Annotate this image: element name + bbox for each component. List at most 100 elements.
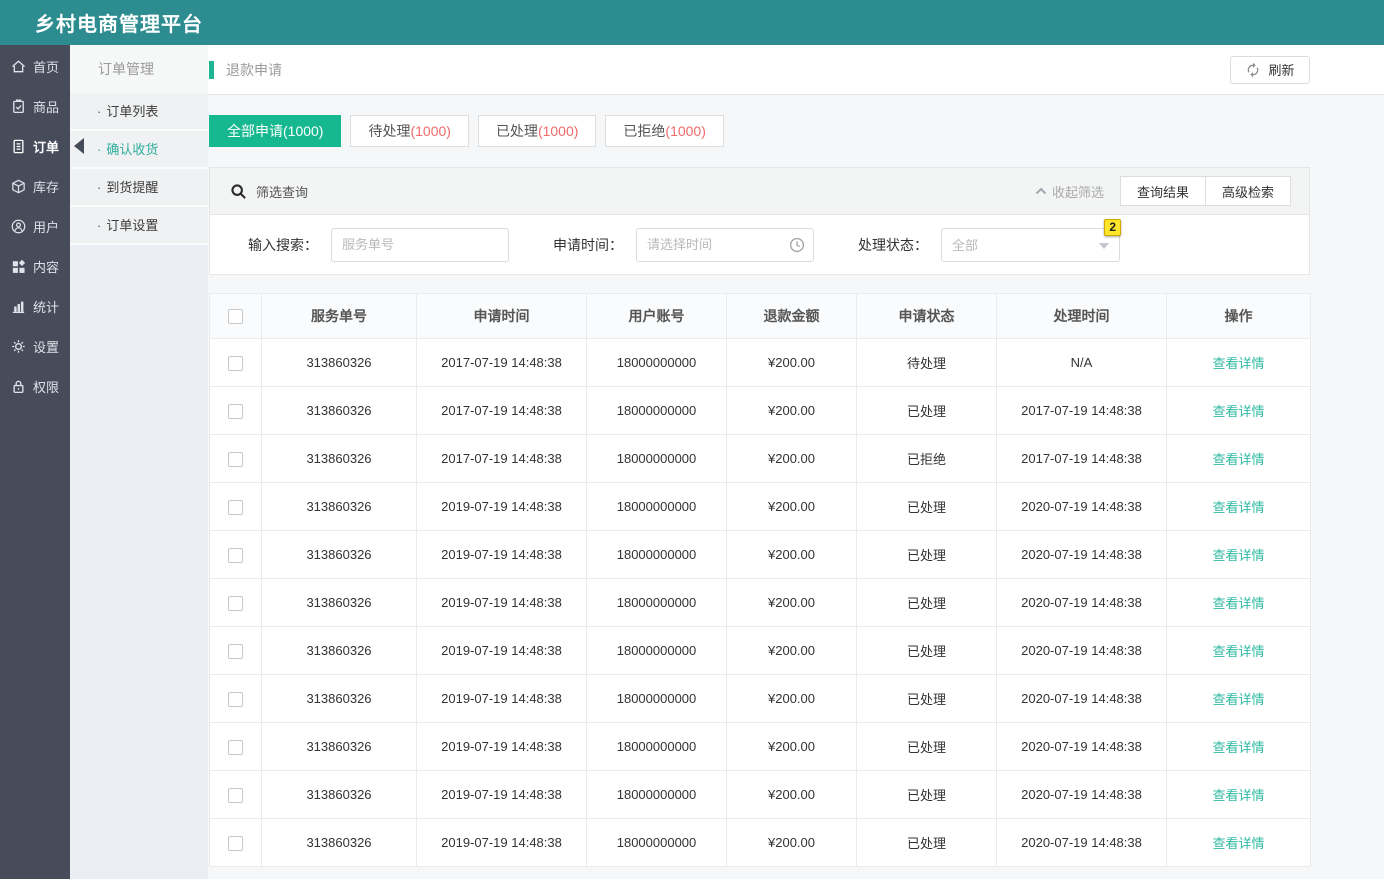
app-title: 乡村电商管理平台 — [35, 14, 203, 36]
cell-process-time: 2020-07-19 14:48:38 — [996, 770, 1167, 819]
sidebar-item-label: 商品 — [33, 99, 60, 115]
sidebar-item-label: 内容 — [33, 259, 60, 275]
tab-pending[interactable]: 待处理 (1000) — [350, 115, 469, 147]
status-select[interactable]: 全部 2 — [941, 218, 1121, 262]
breadcrumb: 退款申请 — [209, 60, 282, 80]
apply-time-input[interactable] — [636, 227, 814, 262]
search-field: 输入搜索： — [248, 227, 509, 262]
refresh-button[interactable]: 刷新 — [1230, 55, 1310, 84]
status-tabs: 全部申请 (1000) 待处理 (1000) 已处理 (1000) 已拒绝 (1000) — [209, 115, 1310, 147]
cell-apply-time: 2019-07-19 14:48:38 — [416, 578, 587, 627]
cell-account: 18000000000 — [586, 482, 727, 531]
sidebar-item-orders[interactable]: 订单 — [0, 126, 84, 166]
cell-amount: ¥200.00 — [726, 818, 857, 867]
view-detail-link[interactable]: 查看详情 — [1212, 692, 1264, 707]
cell-amount: ¥200.00 — [726, 674, 857, 723]
submenu-item-order-list[interactable]: · 订单列表 — [70, 93, 208, 131]
tab-processed[interactable]: 已处理 (1000) — [477, 115, 597, 147]
order-icon — [13, 139, 24, 153]
submenu-item-order-settings[interactable]: · 订单设置 — [70, 207, 208, 245]
cell-apply-time: 2017-07-19 14:48:38 — [416, 386, 587, 435]
cell-status: 已处理 — [856, 578, 997, 627]
cell-status: 待处理 — [856, 338, 997, 387]
sidebar-item-goods[interactable]: 商品 — [0, 86, 70, 126]
view-detail-link[interactable]: 查看详情 — [1212, 356, 1264, 371]
sidebar-item-permissions[interactable]: 权限 — [0, 366, 70, 406]
submenu-item-arrival-reminder[interactable]: · 到货提醒 — [70, 169, 208, 207]
sidebar-item-content[interactable]: 内容 — [0, 246, 70, 286]
view-detail-link[interactable]: 查看详情 — [1212, 740, 1264, 755]
sidebar-item-label: 设置 — [33, 339, 60, 355]
cell-process-time: 2017-07-19 14:48:38 — [996, 386, 1167, 435]
cell-status: 已处理 — [856, 626, 997, 675]
cell-status: 已处理 — [856, 530, 997, 579]
cell-apply-time: 2019-07-19 14:48:38 — [416, 530, 587, 579]
cell-process-time: 2020-07-19 14:48:38 — [996, 818, 1167, 867]
cell-process-time: 2020-07-19 14:48:38 — [996, 578, 1167, 627]
collapse-filter-toggle[interactable]: 收起筛选 — [1035, 182, 1104, 201]
cell-account: 18000000000 — [586, 722, 727, 771]
main-area: 退款申请 刷新 全部申请 (1000) 待处理 (1000) 已处理 (1000) 已… — [208, 45, 1384, 879]
row-checkbox[interactable] — [228, 595, 243, 611]
tab-rejected[interactable]: 已拒绝 (1000) — [605, 115, 724, 147]
submenu-title: 订单管理 — [70, 45, 208, 93]
sidebar-item-settings[interactable]: 设置 — [0, 326, 70, 366]
cell-account: 18000000000 — [586, 338, 727, 387]
row-checkbox[interactable] — [228, 451, 243, 467]
query-result-button[interactable]: 查询结果 — [1119, 176, 1206, 206]
col-apply-time: 申请时间 — [416, 293, 587, 339]
cell-account: 18000000000 — [586, 674, 727, 723]
sidebar-item-stock[interactable]: 库存 — [0, 166, 70, 206]
tab-count: (1000) — [665, 123, 706, 139]
row-checkbox[interactable] — [228, 403, 243, 419]
tab-all-requests[interactable]: 全部申请 (1000) — [209, 115, 342, 147]
view-detail-link[interactable]: 查看详情 — [1212, 452, 1264, 467]
cell-apply-time: 2019-07-19 14:48:38 — [416, 818, 587, 867]
lock-icon — [13, 380, 24, 393]
bullet: · — [97, 218, 102, 233]
row-checkbox[interactable] — [228, 499, 243, 515]
table-header-row: 服务单号 申请时间 用户账号 退款金额 申请状态 处理时间 操作 — [209, 293, 1311, 339]
cell-status: 已拒绝 — [856, 434, 997, 483]
select-all-checkbox[interactable] — [228, 309, 243, 325]
top-bar: 乡村电商管理平台 — [0, 0, 1384, 45]
table-row: 313860326 2019-07-19 14:48:38 1800000000… — [209, 578, 1311, 627]
advanced-search-button[interactable]: 高级检索 — [1205, 176, 1291, 206]
row-checkbox[interactable] — [228, 835, 243, 851]
row-checkbox[interactable] — [228, 691, 243, 707]
view-detail-link[interactable]: 查看详情 — [1212, 548, 1264, 563]
user-icon — [11, 219, 26, 233]
search-input[interactable] — [331, 227, 509, 262]
cell-account: 18000000000 — [586, 626, 727, 675]
active-nav-arrow — [74, 138, 84, 154]
view-detail-link[interactable]: 查看详情 — [1212, 788, 1264, 803]
table-row: 313860326 2017-07-19 14:48:38 1800000000… — [209, 434, 1311, 483]
cell-order-no: 313860326 — [261, 530, 417, 579]
col-status: 申请状态 — [856, 293, 997, 339]
process-status-field: 处理状态： 全部 2 — [858, 218, 1121, 262]
view-detail-link[interactable]: 查看详情 — [1212, 644, 1264, 659]
sidebar-item-stats[interactable]: 统计 — [0, 286, 70, 326]
sidebar-item-home[interactable]: 首页 — [0, 46, 70, 86]
submenu-item-confirm-receipt[interactable]: · 确认收货 — [70, 131, 208, 169]
row-checkbox[interactable] — [228, 547, 243, 563]
row-checkbox[interactable] — [228, 355, 243, 371]
cell-status: 已处理 — [856, 722, 997, 771]
bullet: · — [97, 104, 102, 119]
sidebar-item-label: 首页 — [33, 59, 60, 75]
chevron-up-icon — [1035, 187, 1047, 195]
tab-count: (1000) — [410, 123, 451, 139]
view-detail-link[interactable]: 查看详情 — [1212, 596, 1264, 611]
tab-count: (1000) — [283, 123, 324, 139]
goods-icon — [13, 99, 24, 113]
sidebar-item-users[interactable]: 用户 — [0, 206, 70, 246]
view-detail-link[interactable]: 查看详情 — [1212, 404, 1264, 419]
view-detail-link[interactable]: 查看详情 — [1212, 500, 1264, 515]
row-checkbox[interactable] — [228, 739, 243, 755]
cell-apply-time: 2019-07-19 14:48:38 — [416, 626, 587, 675]
view-detail-link[interactable]: 查看详情 — [1212, 836, 1264, 851]
row-checkbox[interactable] — [228, 787, 243, 803]
row-checkbox[interactable] — [228, 643, 243, 659]
cell-order-no: 313860326 — [261, 434, 417, 483]
cell-amount: ¥200.00 — [726, 722, 857, 771]
